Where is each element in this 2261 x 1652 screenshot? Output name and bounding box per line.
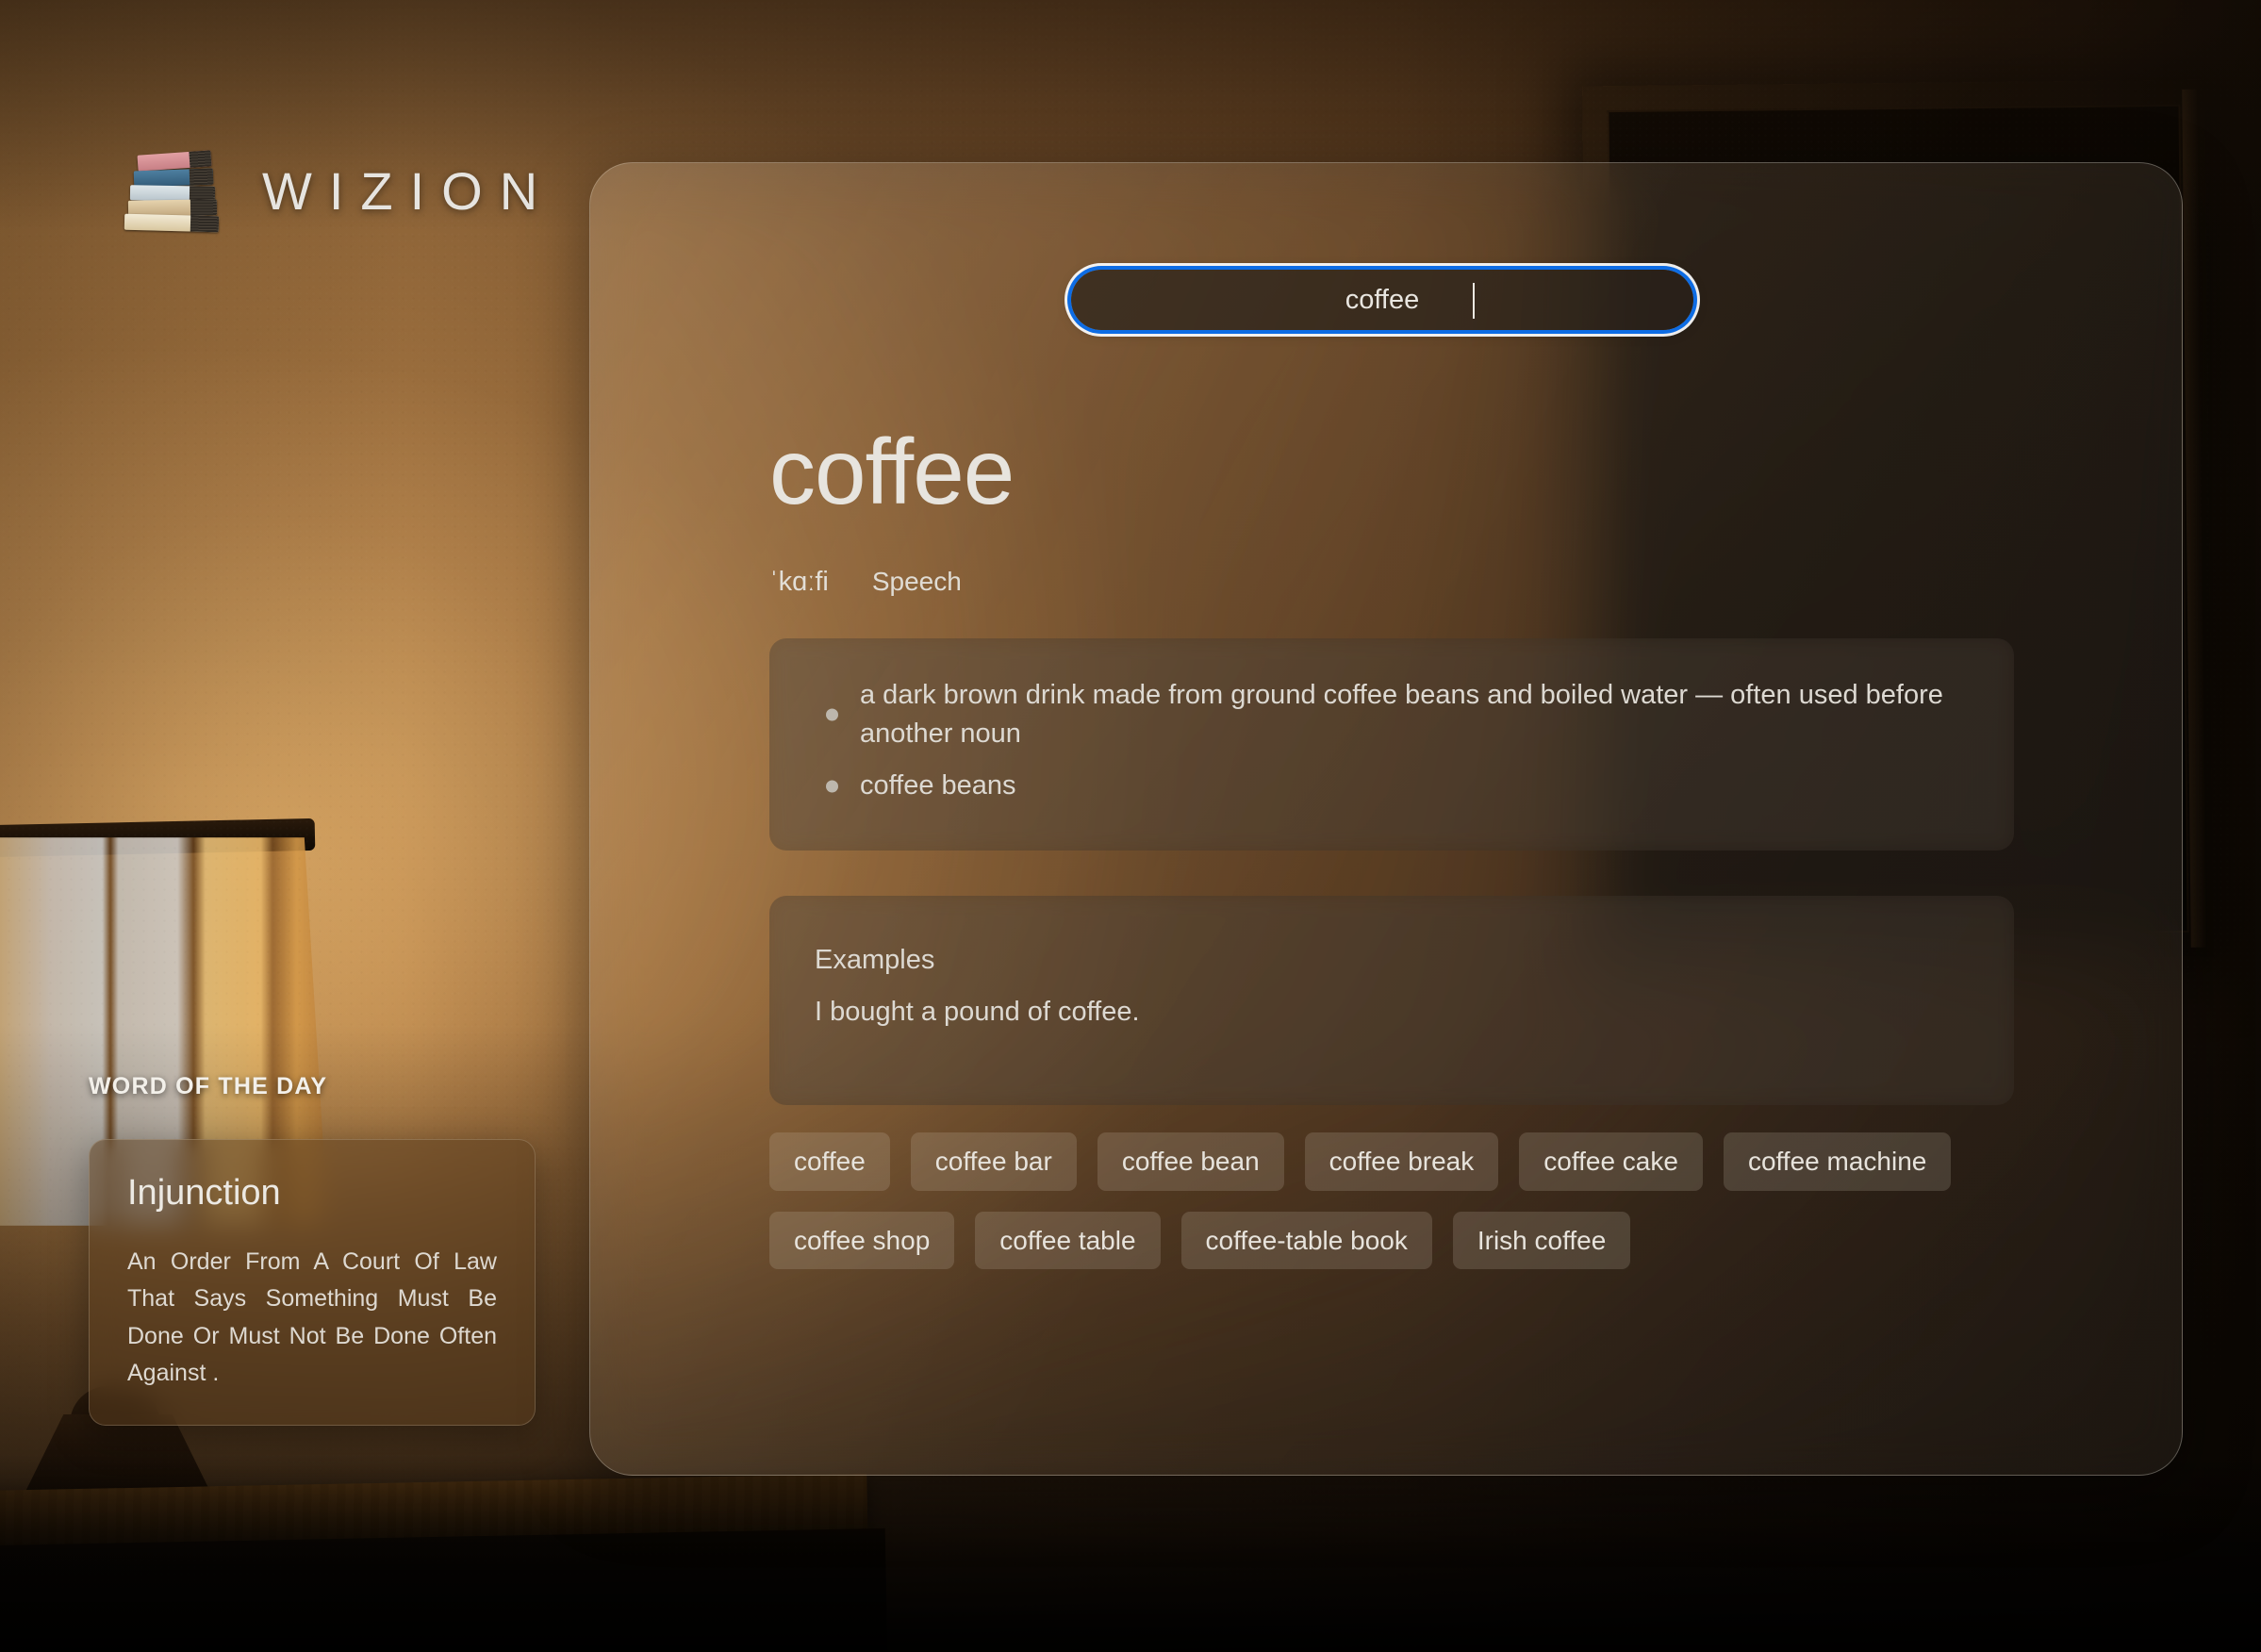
- word-of-the-day-definition: An Order From A Court Of Law That Says S…: [127, 1247, 497, 1387]
- speech-button[interactable]: Speech: [872, 567, 962, 597]
- bullet-icon: [826, 780, 838, 793]
- definitions-card: a dark brown drink made from ground coff…: [769, 638, 2014, 851]
- word-of-the-day-word: Injunction: [127, 1173, 281, 1213]
- definition-item: a dark brown drink made from ground coff…: [815, 676, 1969, 753]
- related-word-chip[interactable]: coffee machine: [1723, 1132, 1952, 1191]
- examples-card: Examples I bought a pound of coffee.: [769, 896, 2014, 1105]
- related-word-chip[interactable]: coffee table: [975, 1211, 1161, 1270]
- example-sentence: I bought a pound of coffee.: [815, 997, 1140, 1027]
- related-words-list: coffee coffee bar coffee bean coffee bre…: [769, 1132, 2052, 1270]
- word-of-the-day-label: WORD OF THE DAY: [89, 1073, 328, 1099]
- search-bar[interactable]: [1071, 270, 1693, 330]
- related-word-chip[interactable]: coffee bar: [910, 1132, 1077, 1191]
- book-stack-icon: [121, 150, 230, 233]
- definition-text: a dark brown drink made from ground coff…: [860, 680, 1943, 750]
- related-word-chip[interactable]: coffee-table book: [1180, 1211, 1432, 1270]
- definitions-list: a dark brown drink made from ground coff…: [815, 676, 1969, 806]
- bullet-icon: [826, 708, 838, 721]
- related-word-chip[interactable]: Irish coffee: [1452, 1211, 1631, 1270]
- related-word-chip[interactable]: coffee shop: [769, 1211, 955, 1270]
- related-word-chip[interactable]: coffee cake: [1519, 1132, 1703, 1191]
- search-input[interactable]: [1071, 270, 1693, 330]
- brand-wordmark: WIZION: [262, 161, 555, 221]
- entry-headword: coffee: [769, 420, 1015, 523]
- examples-title: Examples: [815, 945, 935, 975]
- entry-meta: ˈkɑːfi Speech: [769, 567, 962, 598]
- text-cursor: [1473, 283, 1475, 319]
- related-word-chip[interactable]: coffee: [769, 1132, 890, 1191]
- definition-text: coffee beans: [860, 770, 1016, 801]
- word-of-the-day-card[interactable]: Injunction An Order From A Court Of Law …: [89, 1139, 536, 1426]
- related-word-chip[interactable]: coffee break: [1304, 1132, 1499, 1191]
- floor-shadow: [0, 1454, 2261, 1652]
- app-screen: WIZION WORD OF THE DAY Injunction An Ord…: [0, 0, 2261, 1652]
- related-word-chip[interactable]: coffee bean: [1097, 1132, 1284, 1191]
- definition-item: coffee beans: [815, 767, 1969, 805]
- book-icon: [124, 213, 220, 233]
- main-panel: coffee ˈkɑːfi Speech a dark brown drink …: [589, 162, 2183, 1476]
- entry-phonetic: ˈkɑːfi: [769, 567, 829, 597]
- book-icon: [133, 168, 214, 188]
- brand-logo[interactable]: WIZION: [121, 150, 555, 233]
